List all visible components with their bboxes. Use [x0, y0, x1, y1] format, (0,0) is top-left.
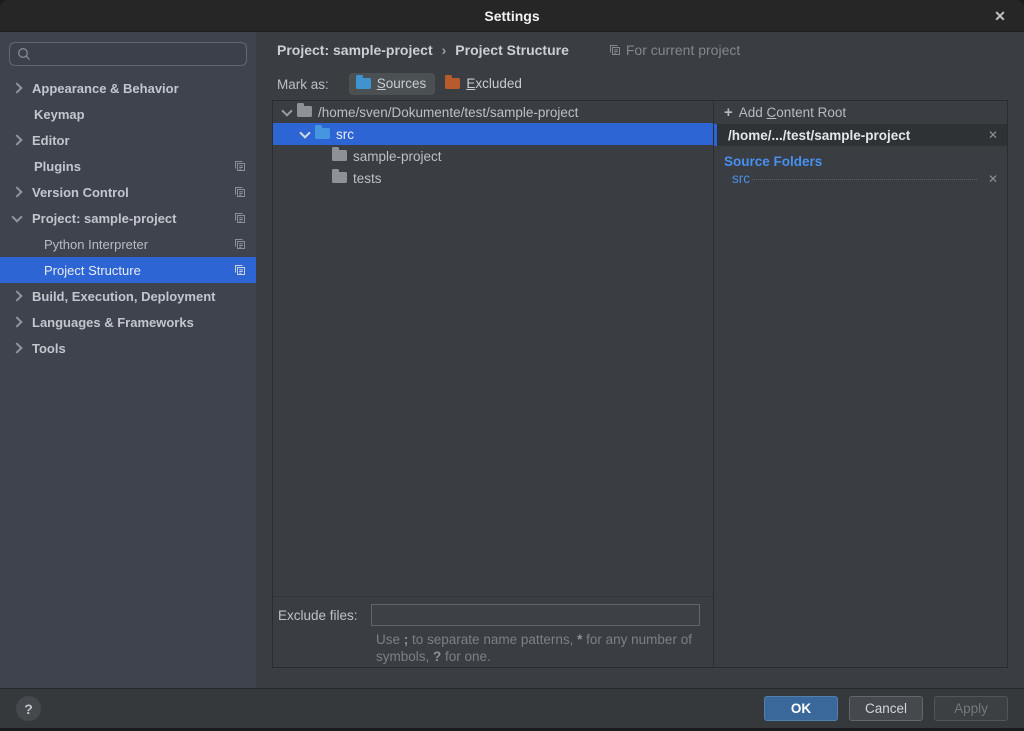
chevron-right-icon [11, 186, 22, 197]
sidebar-item-label: Project Structure [44, 263, 141, 278]
mark-as-label: Mark as: [277, 77, 329, 92]
help-icon[interactable]: ? [16, 696, 41, 721]
source-folder-icon [356, 78, 371, 89]
sidebar-item-python-interpreter[interactable]: Python Interpreter [0, 231, 256, 257]
folder-icon [332, 150, 347, 161]
sidebar-item-tools[interactable]: Tools [0, 335, 256, 361]
plus-icon: + [724, 105, 733, 120]
dotted-leader [752, 179, 977, 180]
tree-item-label: src [336, 127, 354, 142]
breadcrumb-project[interactable]: Project: sample-project [277, 42, 433, 58]
content-root-pane: + Add Content Root /home/.../test/sample… [713, 101, 1007, 667]
exclude-files-input[interactable] [371, 604, 700, 626]
excluded-mnemonic: E [466, 76, 475, 91]
sidebar-item-version-control[interactable]: Version Control [0, 179, 256, 205]
chevron-down-icon[interactable] [299, 127, 310, 138]
remove-content-root-icon[interactable]: ✕ [979, 128, 1007, 142]
project-settings-icon [234, 264, 246, 276]
sidebar-item-project-structure[interactable]: Project Structure [0, 257, 256, 283]
content-root-mnemonic: C [767, 105, 777, 120]
tree-item-label: /home/sven/Dokumente/test/sample-project [318, 105, 578, 120]
search-box[interactable] [9, 42, 247, 66]
sidebar-item-label: Version Control [32, 185, 129, 200]
sidebar-item-label: Build, Execution, Deployment [32, 289, 215, 304]
sidebar-item-label: Languages & Frameworks [32, 315, 194, 330]
sources-mnemonic: S [377, 76, 386, 91]
mark-as-excluded-button[interactable]: Excluded [438, 73, 531, 95]
sidebar-item-keymap[interactable]: Keymap [0, 101, 256, 127]
mark-as-sources-button[interactable]: Sources [349, 73, 436, 95]
sidebar-item-languages-frameworks[interactable]: Languages & Frameworks [0, 309, 256, 335]
page-title: Project Structure [455, 42, 569, 58]
title-bar: Settings ✕ [0, 0, 1024, 32]
tree-row-tests[interactable]: tests [273, 167, 713, 189]
search-icon [17, 47, 31, 61]
sidebar-item-label: Tools [32, 341, 66, 356]
sidebar-item-appearance-behavior[interactable]: Appearance & Behavior [0, 75, 256, 101]
folder-icon [332, 172, 347, 183]
sidebar-item-label: Plugins [34, 159, 81, 174]
chevron-right-icon [11, 82, 22, 93]
dialog-title: Settings [484, 8, 539, 24]
remove-source-folder-icon[interactable]: ✕ [979, 172, 1007, 186]
chevron-down-icon[interactable] [281, 105, 292, 116]
content-tree-pane: /home/sven/Dokumente/test/sample-project… [273, 101, 713, 667]
source-folder-entry[interactable]: src ✕ [714, 171, 1007, 191]
sidebar-item-plugins[interactable]: Plugins [0, 153, 256, 179]
dialog-footer: ? OK Cancel Apply [0, 688, 1024, 728]
chevron-right-icon [11, 342, 22, 353]
breadcrumb-separator: › [442, 42, 447, 58]
for-current-project-note: For current project [609, 42, 740, 58]
for-current-project-label: For current project [626, 42, 740, 58]
apply-button: Apply [934, 696, 1008, 721]
chevron-right-icon [11, 134, 22, 145]
sidebar-item-build-execution-deployment[interactable]: Build, Execution, Deployment [0, 283, 256, 309]
folder-icon [297, 106, 312, 117]
tree-row-content-root[interactable]: /home/sven/Dokumente/test/sample-project [273, 101, 713, 123]
exclude-files-hint: Use ; to separate name patterns, * for a… [376, 631, 712, 665]
sidebar-item-project-sample-project[interactable]: Project: sample-project [0, 205, 256, 231]
ok-button[interactable]: OK [764, 696, 838, 721]
sidebar-item-label: Project: sample-project [32, 211, 177, 226]
content-root-entry[interactable]: /home/.../test/sample-project ✕ [714, 124, 1007, 146]
mark-as-toolbar: Mark as: Sources Excluded [256, 68, 1024, 100]
tree-row-src[interactable]: src [273, 123, 713, 145]
sidebar-item-editor[interactable]: Editor [0, 127, 256, 153]
source-folder-icon [315, 128, 330, 139]
add-content-root-button[interactable]: + Add Content Root [714, 101, 1007, 124]
breadcrumb: Project: sample-project › Project Struct… [256, 32, 1024, 68]
content-root-path: /home/.../test/sample-project [728, 128, 979, 143]
selection-indicator [714, 124, 717, 146]
project-settings-icon [234, 212, 246, 224]
sources-label: ources [386, 76, 427, 91]
source-folder-name[interactable]: src [732, 171, 750, 186]
source-folders-header: Source Folders [724, 154, 1007, 169]
excluded-folder-icon [445, 78, 460, 89]
cancel-button[interactable]: Cancel [849, 696, 923, 721]
sidebar-item-label: Editor [32, 133, 70, 148]
exclude-files-label: Exclude files: [273, 608, 371, 623]
project-structure-panel: /home/sven/Dokumente/test/sample-project… [272, 100, 1008, 668]
settings-dialog: Settings ✕ Appearance & Behavior Keymap … [0, 0, 1024, 728]
project-settings-icon [234, 160, 246, 172]
sidebar-list: Appearance & Behavior Keymap Editor Plug… [0, 75, 256, 361]
project-settings-icon [234, 186, 246, 198]
chevron-right-icon [11, 316, 22, 327]
sidebar-item-label: Keymap [34, 107, 85, 122]
chevron-right-icon [11, 290, 22, 301]
excluded-label: xcluded [475, 76, 522, 91]
project-settings-icon [609, 44, 621, 56]
project-settings-icon [234, 238, 246, 250]
tree-item-label: sample-project [353, 149, 442, 164]
settings-sidebar: Appearance & Behavior Keymap Editor Plug… [0, 32, 256, 688]
search-input[interactable] [31, 47, 246, 62]
tree-item-label: tests [353, 171, 382, 186]
sidebar-item-label: Appearance & Behavior [32, 81, 179, 96]
sidebar-item-label: Python Interpreter [44, 237, 148, 252]
chevron-down-icon [11, 211, 22, 222]
close-icon[interactable]: ✕ [986, 0, 1014, 32]
tree-row-sample-project[interactable]: sample-project [273, 145, 713, 167]
exclude-files-section: Exclude files: Use ; to separate name pa… [273, 596, 713, 667]
